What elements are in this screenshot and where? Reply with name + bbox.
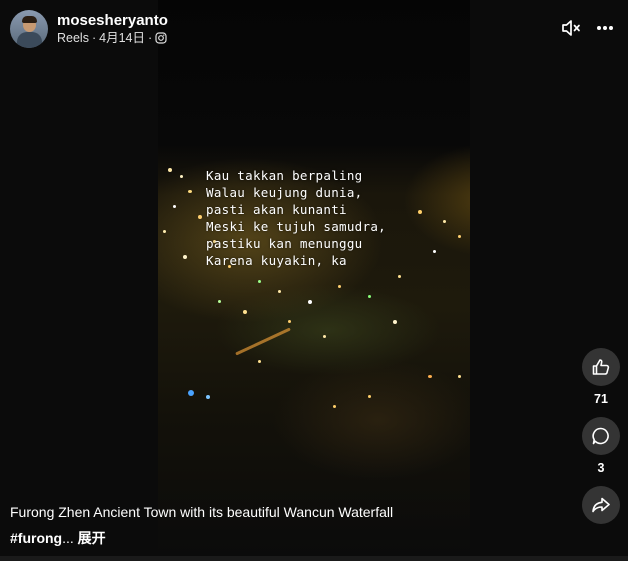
reel-post: Kau takkan berpaling Walau keujung dunia… bbox=[0, 0, 628, 561]
avatar-hair bbox=[22, 16, 37, 23]
more-options-icon[interactable] bbox=[596, 25, 614, 31]
bottom-strip bbox=[0, 556, 628, 561]
lyrics-line: Walau keujung dunia, bbox=[206, 185, 363, 200]
subline-separator: · bbox=[91, 31, 97, 45]
share-button[interactable] bbox=[582, 486, 620, 524]
hashtag-link[interactable]: #furong bbox=[10, 530, 62, 546]
see-more-link[interactable]: 展开 bbox=[78, 530, 106, 546]
avatar[interactable] bbox=[10, 10, 48, 48]
post-type-label: Reels bbox=[57, 31, 89, 45]
instagram-icon[interactable] bbox=[155, 32, 167, 44]
caption-ellipsis: ... bbox=[62, 530, 74, 546]
lyrics-line: Kau takkan berpaling bbox=[206, 168, 363, 183]
like-button[interactable] bbox=[582, 348, 620, 386]
caption-text: Furong Zhen Ancient Town with its beauti… bbox=[10, 504, 394, 520]
top-actions bbox=[560, 18, 614, 38]
post-meta: mosesheryanto Reels · 4月14日 · bbox=[57, 12, 168, 46]
subline-separator: · bbox=[148, 31, 153, 45]
comment-count: 3 bbox=[597, 461, 605, 475]
action-rail: 71 3 bbox=[582, 348, 620, 524]
lyrics-line: Karena kuyakin, ka bbox=[206, 253, 347, 268]
comment-button[interactable] bbox=[582, 417, 620, 455]
post-subline: Reels · 4月14日 · bbox=[57, 30, 168, 46]
comment-icon bbox=[591, 426, 611, 446]
lyrics-overlay: Kau takkan berpaling Walau keujung dunia… bbox=[206, 167, 386, 269]
post-date-link[interactable]: 4月14日 bbox=[99, 30, 145, 46]
caption-line2: #furong... 展开 bbox=[10, 529, 393, 547]
lyrics-line: pasti akan kunanti bbox=[206, 202, 347, 217]
share-icon bbox=[591, 495, 611, 515]
lyrics-line: Meski ke tujuh samudra, bbox=[206, 219, 386, 234]
speaker-muted-icon[interactable] bbox=[560, 18, 582, 38]
avatar-torso bbox=[17, 32, 42, 48]
post-caption: Furong Zhen Ancient Town with its beauti… bbox=[10, 503, 393, 547]
thumbs-up-icon bbox=[591, 357, 611, 377]
video-player[interactable] bbox=[158, 0, 470, 556]
username-link[interactable]: mosesheryanto bbox=[57, 12, 168, 30]
post-header: mosesheryanto Reels · 4月14日 · bbox=[10, 10, 168, 48]
like-count: 71 bbox=[594, 392, 608, 406]
lyrics-line: pastiku kan menunggu bbox=[206, 236, 363, 251]
